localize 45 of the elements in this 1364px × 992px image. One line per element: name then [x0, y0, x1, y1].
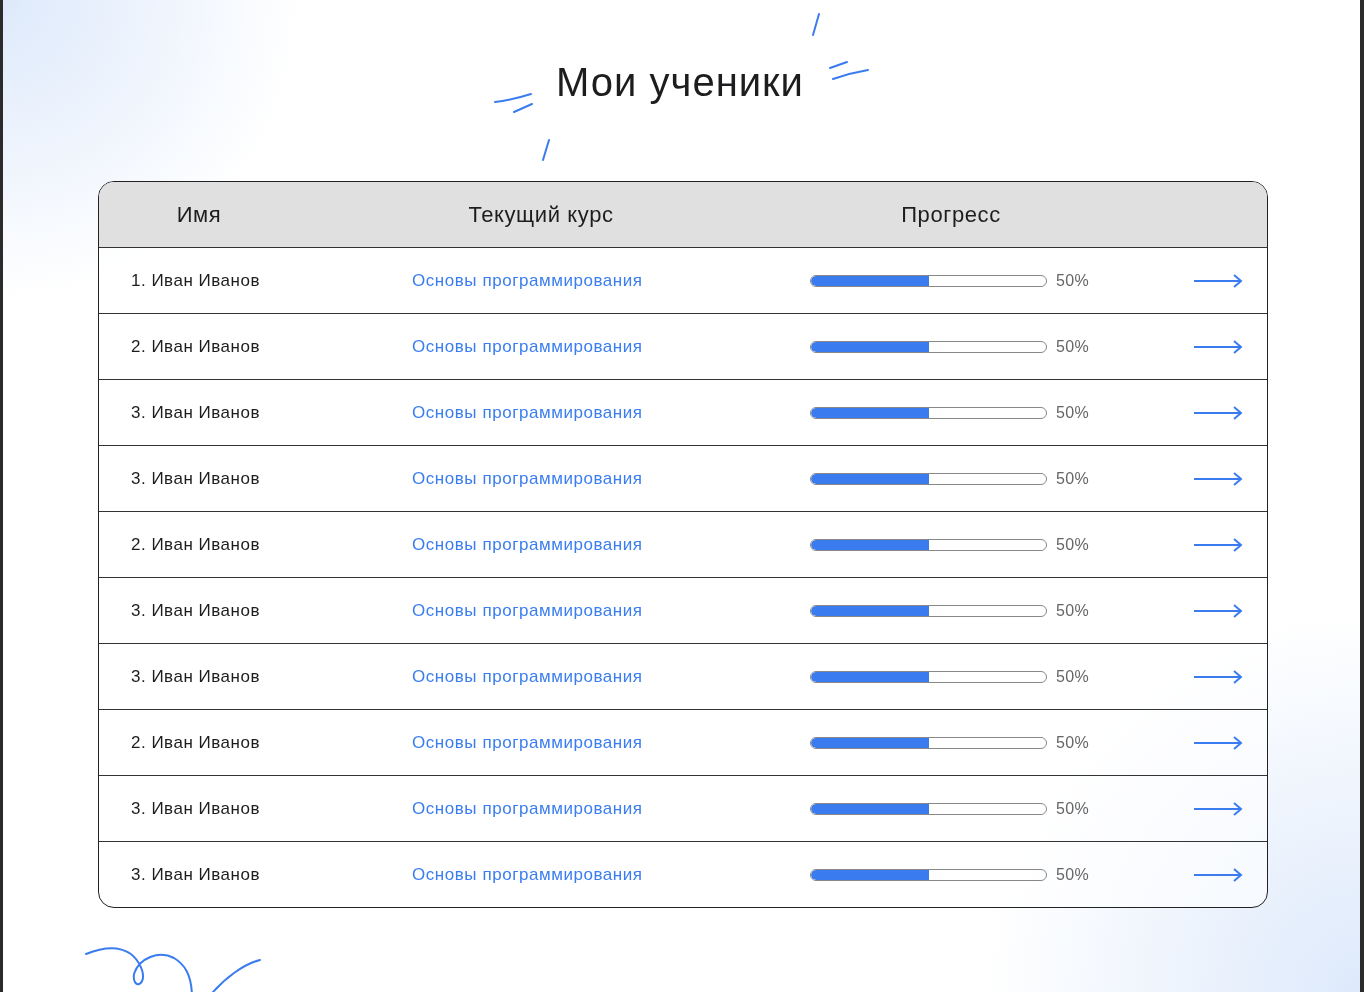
- arrow-icon[interactable]: [1193, 339, 1243, 354]
- course-link[interactable]: Основы программирования: [412, 336, 643, 357]
- arrow-icon[interactable]: [1193, 801, 1243, 816]
- course-link[interactable]: Основы программирования: [412, 666, 643, 687]
- student-name: 2. Иван Иванов: [130, 336, 261, 357]
- arrow-icon[interactable]: [1193, 669, 1243, 684]
- progress-percent: 50%: [1055, 733, 1090, 752]
- arrow-icon[interactable]: [1193, 537, 1243, 552]
- progress-percent: 50%: [1055, 601, 1090, 620]
- student-name: 3. Иван Иванов: [130, 798, 261, 819]
- course-link[interactable]: Основы программирования: [412, 864, 643, 885]
- arrow-icon[interactable]: [1193, 603, 1243, 618]
- progress-percent: 50%: [1055, 535, 1090, 554]
- course-link[interactable]: Основы программирования: [412, 534, 643, 555]
- student-name: 1. Иван Иванов: [130, 270, 261, 291]
- arrow-icon[interactable]: [1193, 405, 1243, 420]
- column-header: Текущий курс: [467, 201, 615, 228]
- student-name: 3. Иван Иванов: [130, 600, 261, 621]
- progress-percent: 50%: [1055, 403, 1090, 422]
- student-name: 3. Иван Иванов: [130, 402, 261, 423]
- arrow-icon[interactable]: [1193, 867, 1243, 882]
- progress-percent: 50%: [1055, 865, 1090, 884]
- stroke-decoration-drawing: [809, 12, 870, 80]
- progress-percent: 50%: [1055, 337, 1090, 356]
- course-link[interactable]: Основы программирования: [412, 600, 643, 621]
- column-header: Прогресс: [900, 201, 1002, 228]
- course-link[interactable]: Основы программирования: [412, 732, 643, 753]
- progress-percent: 50%: [1055, 667, 1090, 686]
- student-name: 2. Иван Иванов: [130, 534, 261, 555]
- course-link[interactable]: Основы программирования: [412, 402, 643, 423]
- page-title: Мои ученики: [556, 59, 804, 106]
- student-name: 3. Иван Иванов: [130, 666, 261, 687]
- course-link[interactable]: Основы программирования: [412, 468, 643, 489]
- arrow-icon[interactable]: [1193, 471, 1243, 486]
- progress-percent: 50%: [1055, 469, 1090, 488]
- arrow-icon[interactable]: [1193, 273, 1243, 288]
- student-name: 3. Иван Иванов: [130, 864, 261, 885]
- progress-percent: 50%: [1055, 799, 1090, 818]
- progress-percent: 50%: [1055, 271, 1090, 290]
- column-header: Имя: [175, 201, 223, 228]
- student-name: 2. Иван Иванов: [130, 732, 261, 753]
- student-name: 3. Иван Иванов: [130, 468, 261, 489]
- arrow-icon[interactable]: [1193, 735, 1243, 750]
- course-link[interactable]: Основы программирования: [412, 270, 643, 291]
- course-link[interactable]: Основы программирования: [412, 798, 643, 819]
